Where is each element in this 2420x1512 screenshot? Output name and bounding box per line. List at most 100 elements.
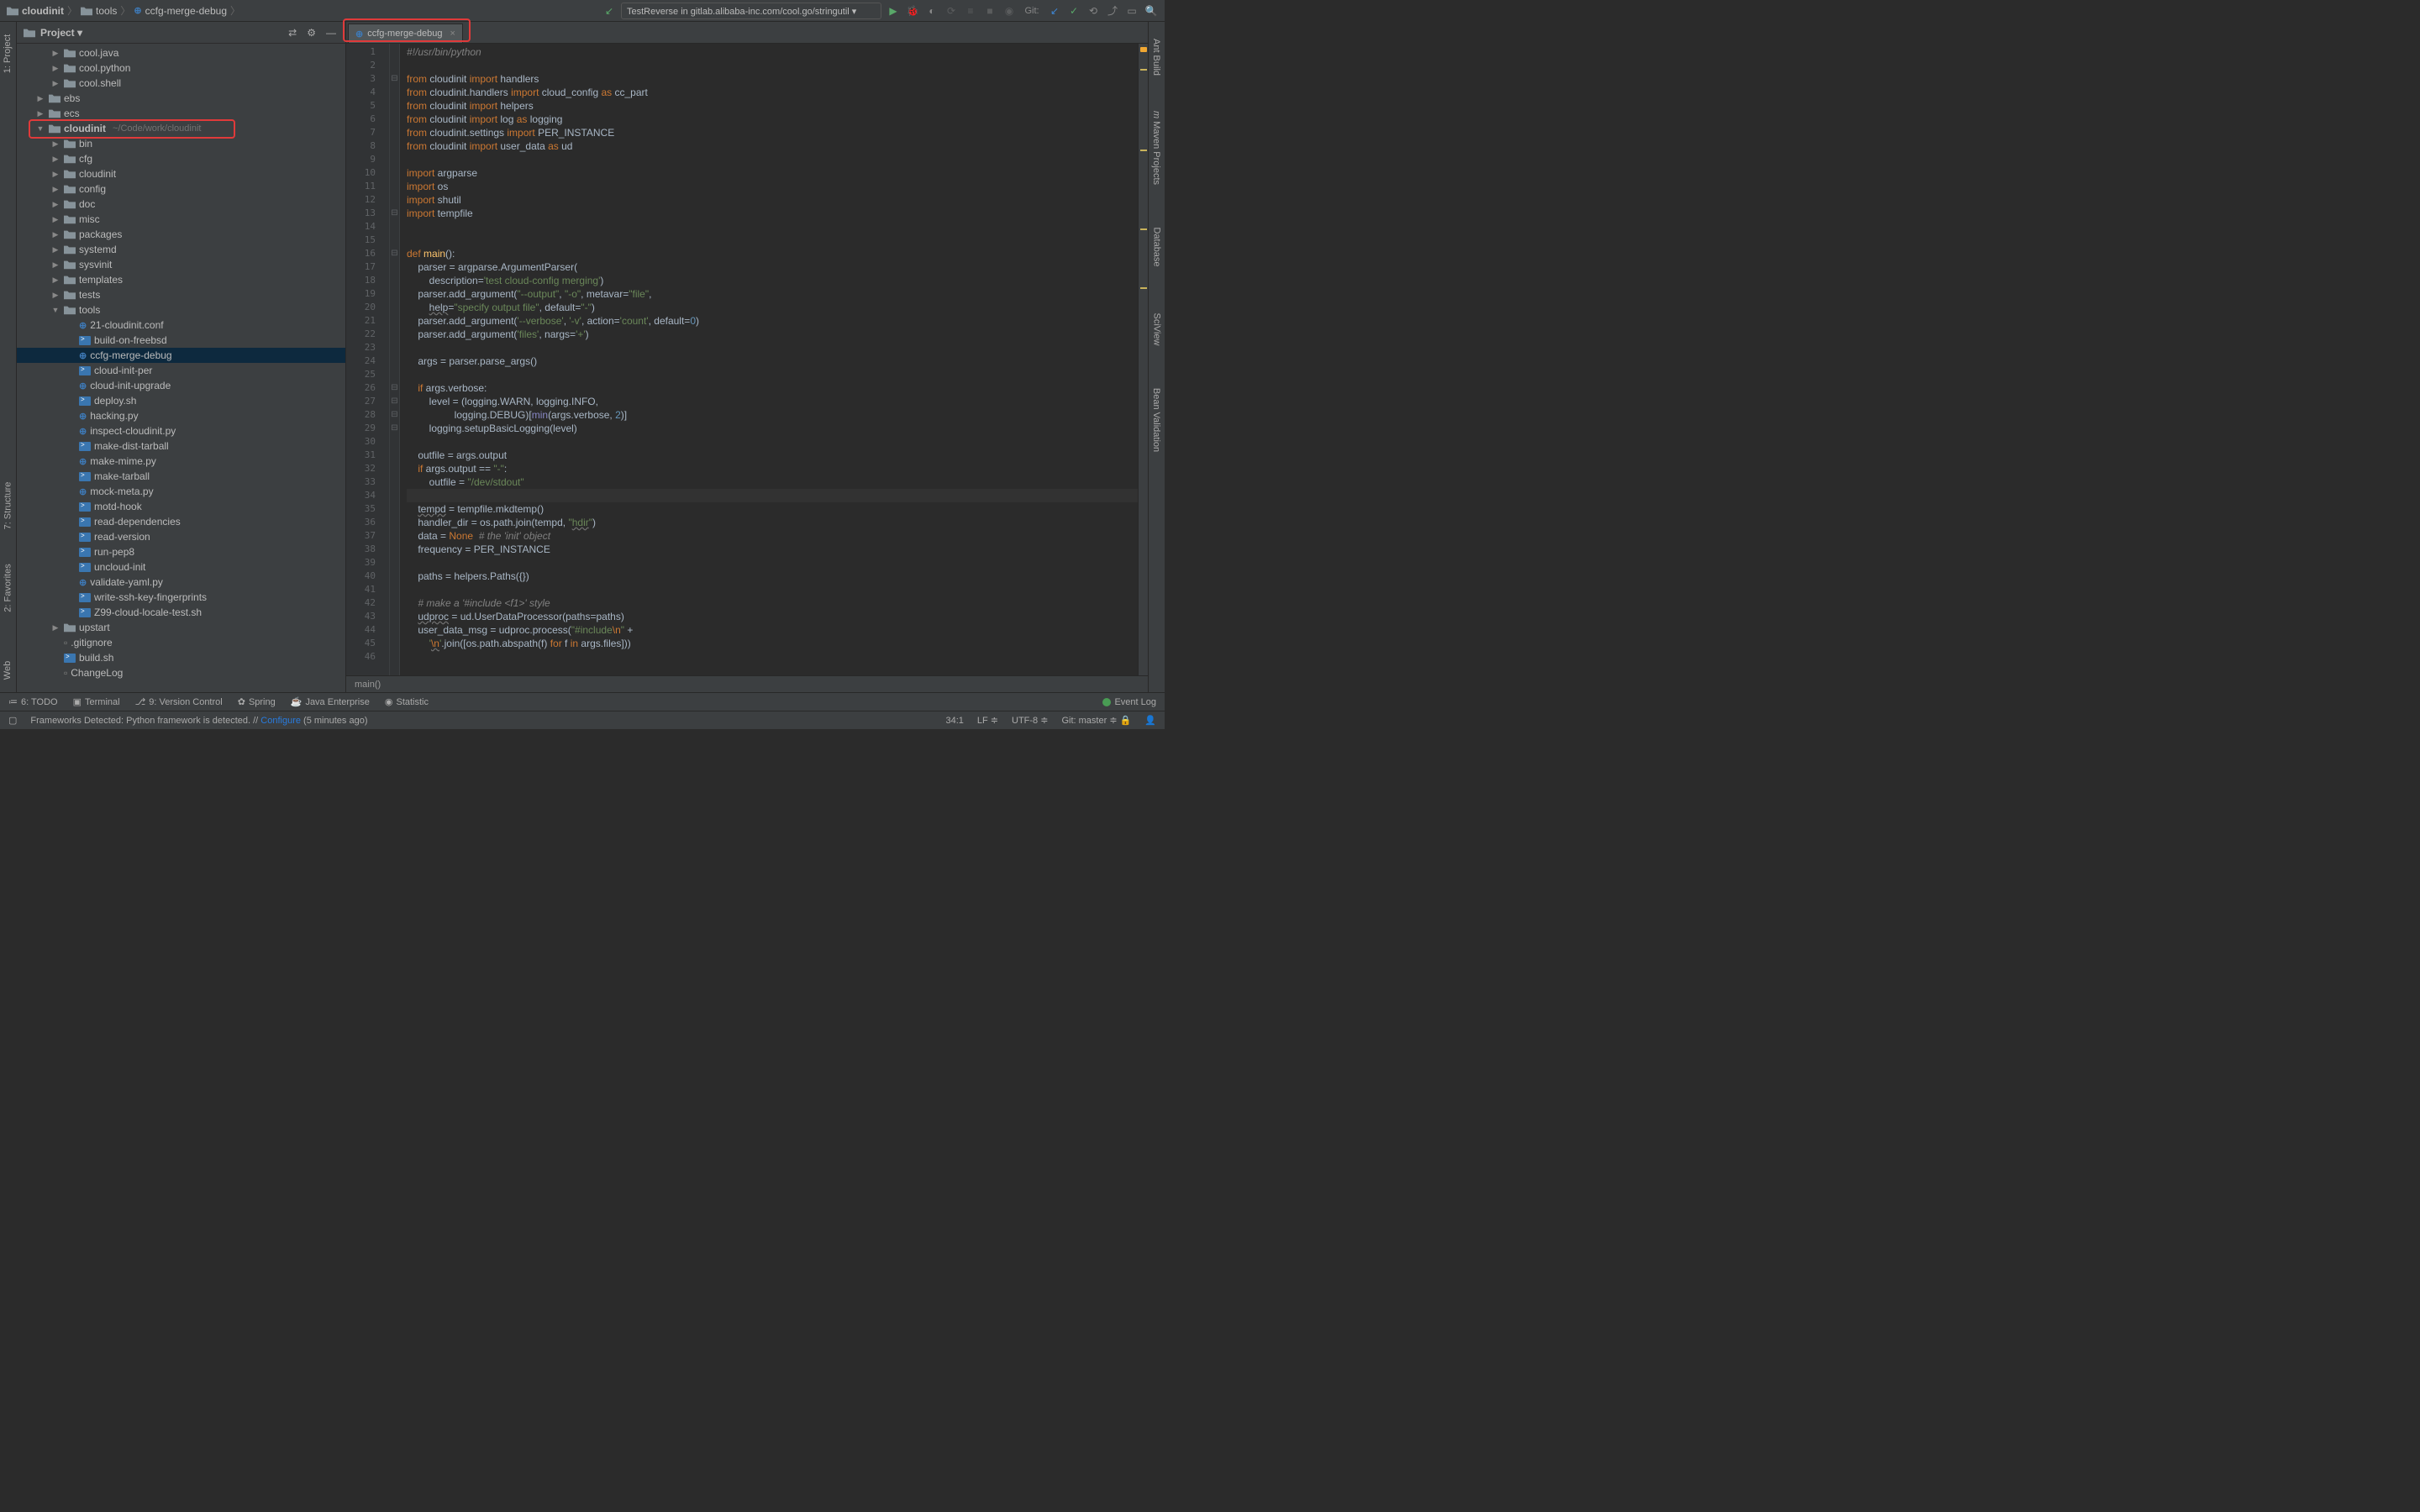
tree-item[interactable]: cloud-init-per bbox=[17, 363, 345, 378]
event-log-button[interactable]: Event Log bbox=[1102, 697, 1156, 707]
warning-marker[interactable] bbox=[1140, 47, 1147, 52]
line-gutter[interactable]: 1234567891011121314151617181920212223242… bbox=[346, 44, 390, 675]
vcs-update-icon[interactable]: ↙ bbox=[1048, 4, 1061, 18]
tree-item[interactable]: ▶cool.python bbox=[17, 60, 345, 76]
ide-settings-icon[interactable]: ▭ bbox=[1125, 4, 1139, 18]
status-icon[interactable]: ▢ bbox=[8, 715, 17, 726]
vcs-push-icon[interactable]: ⤴ bbox=[1106, 4, 1119, 18]
project-view-selector[interactable]: Project ▾ bbox=[40, 27, 82, 39]
tree-item[interactable]: build-on-freebsd bbox=[17, 333, 345, 348]
line-separator[interactable]: LF ≑ bbox=[977, 715, 998, 726]
terminal-button[interactable]: ▣ Terminal bbox=[73, 696, 120, 707]
tree-item[interactable]: ▫ChangeLog bbox=[17, 665, 345, 680]
hide-icon[interactable]: — bbox=[324, 27, 339, 39]
code-breadcrumb[interactable]: main() bbox=[346, 675, 1148, 692]
tree-item[interactable]: write-ssh-key-fingerprints bbox=[17, 590, 345, 605]
tree-item[interactable]: ▶config bbox=[17, 181, 345, 197]
breadcrumb-item[interactable]: cloudinit bbox=[7, 5, 64, 17]
project-tool-button[interactable]: 1: Project bbox=[3, 34, 13, 73]
tree-item[interactable]: ▶misc bbox=[17, 212, 345, 227]
run-icon[interactable]: ▶ bbox=[886, 4, 900, 18]
tree-item[interactable]: ▶upstart bbox=[17, 620, 345, 635]
marker[interactable] bbox=[1140, 69, 1147, 71]
code-text[interactable]: #!/usr/bin/python from cloudinit import … bbox=[400, 44, 1138, 675]
encoding[interactable]: UTF-8 ≑ bbox=[1012, 715, 1048, 726]
tree-item[interactable]: ▶sysvinit bbox=[17, 257, 345, 272]
search-icon[interactable]: 🔍 bbox=[1144, 4, 1158, 18]
project-tree[interactable]: ▶cool.java▶cool.python▶cool.shell▶ebs▶ec… bbox=[17, 44, 345, 692]
database-button[interactable]: Database bbox=[1152, 227, 1162, 266]
tree-item[interactable]: ⊕hacking.py bbox=[17, 408, 345, 423]
structure-tool-button[interactable]: 7: Structure bbox=[3, 482, 13, 530]
gear-icon[interactable]: ⚙ bbox=[304, 27, 318, 39]
bean-validation-button[interactable]: Bean Validation bbox=[1152, 388, 1162, 452]
tree-item[interactable]: ⊕cloud-init-upgrade bbox=[17, 378, 345, 393]
tree-item[interactable]: ⊕21-cloudinit.conf bbox=[17, 318, 345, 333]
tree-item[interactable]: ▶ebs bbox=[17, 91, 345, 106]
tree-item[interactable]: make-tarball bbox=[17, 469, 345, 484]
sciview-button[interactable]: SciView bbox=[1152, 313, 1162, 346]
tree-item[interactable]: ▶templates bbox=[17, 272, 345, 287]
spring-button[interactable]: ✿ Spring bbox=[238, 696, 276, 707]
code-area[interactable]: 1234567891011121314151617181920212223242… bbox=[346, 44, 1148, 675]
tree-item[interactable]: ⊕make-mime.py bbox=[17, 454, 345, 469]
tree-item[interactable]: ▶bin bbox=[17, 136, 345, 151]
tree-item[interactable]: ⊕validate-yaml.py bbox=[17, 575, 345, 590]
vcs-history-icon[interactable]: ⟲ bbox=[1086, 4, 1100, 18]
error-stripe[interactable] bbox=[1138, 44, 1148, 675]
version-control-button[interactable]: ⎇ 9: Version Control bbox=[135, 696, 223, 707]
configure-link[interactable]: Configure bbox=[260, 716, 301, 726]
caret-position[interactable]: 34:1 bbox=[945, 716, 963, 726]
editor-tab[interactable]: ⊕ ccfg-merge-debug × bbox=[348, 24, 463, 43]
tree-item[interactable]: build.sh bbox=[17, 650, 345, 665]
breadcrumb-item[interactable]: tools bbox=[81, 5, 117, 17]
tree-item[interactable]: read-dependencies bbox=[17, 514, 345, 529]
fold-gutter[interactable]: ⊟⊟⊟⊟⊟⊟⊟ bbox=[390, 44, 400, 675]
tree-item[interactable]: deploy.sh bbox=[17, 393, 345, 408]
tree-item[interactable]: ▼cloudinit~/Code/work/cloudinit bbox=[17, 121, 345, 136]
tree-item[interactable]: ▶doc bbox=[17, 197, 345, 212]
maven-button[interactable]: m Maven Projects bbox=[1152, 111, 1162, 185]
tree-item[interactable]: read-version bbox=[17, 529, 345, 544]
tree-item[interactable]: ⊕mock-meta.py bbox=[17, 484, 345, 499]
profile2-icon[interactable]: ◉ bbox=[1002, 4, 1016, 18]
marker[interactable] bbox=[1140, 228, 1147, 230]
tree-item[interactable]: Z99-cloud-locale-test.sh bbox=[17, 605, 345, 620]
run-config-selector[interactable]: TestReverse in gitlab.alibaba-inc.com/co… bbox=[621, 3, 881, 19]
tree-item[interactable]: ⊕inspect-cloudinit.py bbox=[17, 423, 345, 438]
tree-item[interactable]: ▶cfg bbox=[17, 151, 345, 166]
close-tab-icon[interactable]: × bbox=[450, 29, 455, 39]
git-branch[interactable]: Git: master ≑ 🔒 bbox=[1061, 715, 1131, 726]
tree-item[interactable]: ▶packages bbox=[17, 227, 345, 242]
stop-icon[interactable]: ■ bbox=[983, 4, 997, 18]
java-ee-button[interactable]: ☕ Java Enterprise bbox=[291, 696, 370, 707]
tree-item[interactable]: ▶cool.java bbox=[17, 45, 345, 60]
marker[interactable] bbox=[1140, 150, 1147, 151]
tree-item[interactable]: ▶cool.shell bbox=[17, 76, 345, 91]
breadcrumb-item[interactable]: ⊕ccfg-merge-debug bbox=[134, 5, 227, 17]
coverage-icon[interactable]: ◐ bbox=[925, 4, 939, 18]
tree-item[interactable]: ▶cloudinit bbox=[17, 166, 345, 181]
tree-item[interactable]: uncloud-init bbox=[17, 559, 345, 575]
tree-item[interactable]: ▶tests bbox=[17, 287, 345, 302]
vcs-commit-icon[interactable]: ✓ bbox=[1067, 4, 1081, 18]
statistic-button[interactable]: ◉ Statistic bbox=[385, 696, 429, 707]
todo-button[interactable]: ≔ 6: TODO bbox=[8, 696, 58, 707]
tree-item[interactable]: ▶ecs bbox=[17, 106, 345, 121]
tree-item[interactable]: make-dist-tarball bbox=[17, 438, 345, 454]
collapse-icon[interactable]: ⇄ bbox=[286, 27, 299, 39]
tree-item[interactable]: motd-hook bbox=[17, 499, 345, 514]
marker[interactable] bbox=[1140, 287, 1147, 289]
attach-icon[interactable]: ≡ bbox=[964, 4, 977, 18]
ant-build-button[interactable]: Ant Build bbox=[1152, 39, 1162, 76]
favorites-tool-button[interactable]: 2: Favorites bbox=[3, 564, 13, 612]
web-tool-button[interactable]: Web bbox=[3, 661, 13, 680]
build-icon[interactable]: ↙ bbox=[602, 4, 616, 18]
tree-item[interactable]: ▶systemd bbox=[17, 242, 345, 257]
tree-item[interactable]: ⊕ccfg-merge-debug bbox=[17, 348, 345, 363]
tree-item[interactable]: run-pep8 bbox=[17, 544, 345, 559]
tree-item[interactable]: ▫.gitignore bbox=[17, 635, 345, 650]
debug-icon[interactable]: 🐞 bbox=[906, 4, 919, 18]
tree-item[interactable]: ▼tools bbox=[17, 302, 345, 318]
inspection-profile[interactable]: 👤 bbox=[1144, 715, 1156, 726]
